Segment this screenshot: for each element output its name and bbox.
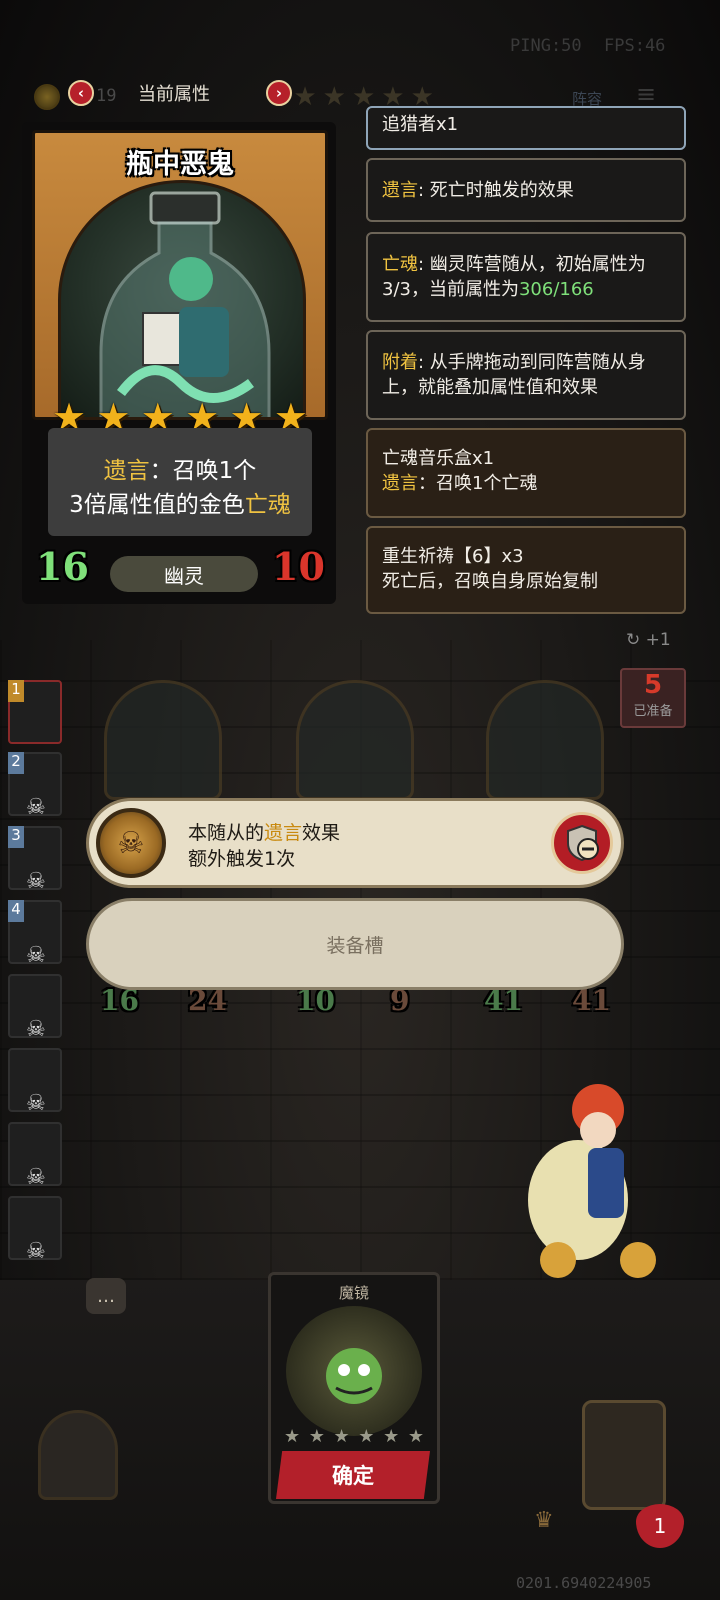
refresh-counter: ↻ +1 (626, 630, 671, 650)
keyword-deathrattle: 遗言 (103, 458, 150, 484)
refresh-icon: ↻ (626, 630, 641, 650)
relic-coin-icon: ☠ (96, 808, 166, 878)
effect-panel-hunter: 追猎者x1 (366, 106, 686, 150)
board-minion-1[interactable] (104, 680, 222, 800)
star-icon: ★ (308, 1426, 325, 1447)
card-portrait (58, 180, 306, 420)
hero-power-button[interactable] (582, 1400, 666, 1510)
effect-panel-deathrattle: 遗言: 死亡时触发的效果 (366, 158, 686, 222)
hero-character-icon (528, 1084, 656, 1278)
popup-line2: 额外触发1次 (188, 848, 296, 870)
effect-panel-music-box: 亡魂音乐盒x1 遗言：召唤1个亡魂 (366, 428, 686, 518)
skull-icon: ☠ (26, 795, 46, 820)
skull-icon: ☠ (26, 943, 46, 968)
current-stats-value: 306/166 (518, 279, 594, 300)
effect-text: : 幽灵阵营随从，初始属性为3/3，当前属性为 (382, 254, 646, 300)
popup-description: 本随从的遗言效果 额外触发1次 (188, 820, 340, 872)
menu-icon[interactable]: ≡ (636, 80, 656, 108)
keyword-deathrattle: 遗言 (264, 822, 303, 844)
skull-icon: ☠ (26, 1017, 46, 1042)
skull-icon: ☠ (26, 1239, 46, 1264)
skull-icon: ☠ (26, 1091, 46, 1116)
effect-panel-spirit: 亡魂: 幽灵阵营随从，初始属性为3/3，当前属性为306/166 (366, 232, 686, 322)
side-slot-7[interactable]: ☠ (8, 1122, 62, 1190)
slot-number: 4 (8, 900, 24, 922)
star-icon: ★ (284, 1426, 301, 1447)
side-slot-2[interactable]: 2 ☠ (8, 752, 62, 820)
chat-icon: … (97, 1285, 115, 1307)
remove-equipment-button[interactable] (551, 812, 613, 874)
keyword-label: 遗言 (382, 473, 418, 494)
popup-line1: 本随从的 (188, 822, 265, 844)
keyword-label: 亡魂 (382, 254, 418, 275)
keyword-label: 附着 (382, 352, 418, 373)
side-slot-3[interactable]: 3 ☠ (8, 826, 62, 894)
effect-hunter-text: 追猎者x1 (382, 114, 459, 135)
side-slot-6[interactable]: ☠ (8, 1048, 62, 1116)
mirror-creature-icon (326, 1348, 382, 1404)
keyword-spirit: 亡魂 (244, 492, 291, 518)
board-minion-2[interactable] (296, 680, 414, 800)
trophy-icon: ♛ (534, 1508, 554, 1533)
ready-number: 5 (643, 670, 663, 700)
confirm-button[interactable]: 确定 (276, 1451, 430, 1499)
board-minion-3[interactable] (486, 680, 604, 800)
health-stat: 10 (272, 544, 325, 589)
mirror-label: 魔镜 (338, 1284, 369, 1302)
build-id: 0201.6940224905 (516, 1574, 652, 1592)
effect-text: : 死亡时触发的效果 (418, 180, 574, 201)
item-title: 重生祈祷【6】x3 (382, 546, 524, 567)
equipment-effect-popup (86, 798, 624, 888)
gold-count: 19 (96, 86, 117, 106)
side-slot-4[interactable]: 4 ☠ (8, 900, 62, 968)
effect-panel-rebirth: 重生祈祷【6】x3 死亡后，召唤自身原始复制 (366, 526, 686, 614)
desc-line2: 3倍属性值的金色 (69, 492, 245, 518)
mirror-portrait (286, 1306, 422, 1436)
shop-lantern-button[interactable] (38, 1410, 118, 1500)
star-icon: ★ (358, 1426, 375, 1447)
mirror-stars: ★ ★ ★ ★ ★ ★ (284, 1426, 424, 1447)
keyword-label: 遗言 (382, 180, 418, 201)
star-icon: ★ (333, 1426, 350, 1447)
effect-text: : 从手牌拖动到同阵营随从身上，就能叠加属性值和效果 (382, 352, 646, 398)
slot-number: 1 (8, 680, 24, 702)
fps-readout: FPS:46 (604, 36, 666, 56)
desc-line1: ：召唤1个 (149, 458, 257, 484)
slot-number: 3 (8, 826, 24, 848)
side-slot-8[interactable]: ☠ (8, 1196, 62, 1264)
chevron-left-icon: ‹ (77, 84, 85, 102)
lives-count: 1 (653, 1514, 667, 1538)
skull-icon: ☠ (26, 869, 46, 894)
star-icon: ★ (383, 1426, 400, 1447)
tribe-badge: 幽灵 (110, 556, 258, 592)
gold-coin-icon (34, 84, 60, 110)
side-slot-1[interactable]: 1 (8, 680, 62, 744)
chat-button[interactable]: … (86, 1278, 126, 1314)
popup-line1-end: 效果 (302, 822, 341, 844)
side-slot-5[interactable]: ☠ (8, 974, 62, 1042)
item-title: 亡魂音乐盒x1 (382, 448, 495, 469)
effect-text: 死亡后，召唤自身原始复制 (382, 571, 598, 592)
ping-readout: PING:50 (510, 36, 582, 56)
shield-minus-icon (567, 824, 599, 862)
effect-panel-attach: 附着: 从手牌拖动到同阵营随从身上，就能叠加属性值和效果 (366, 330, 686, 420)
effect-text: ：召唤1个亡魂 (418, 473, 538, 494)
attack-stat: 16 (36, 544, 89, 589)
ready-counter: 5 已准备 (620, 668, 686, 728)
card-description: 遗言：召唤1个 3倍属性值的金色亡魂 (48, 454, 312, 522)
prev-tab-button[interactable]: ‹ (68, 80, 94, 106)
skull-icon: ☠ (26, 1165, 46, 1190)
ready-label: 已准备 (633, 704, 673, 719)
ghost-in-bottle-icon (99, 191, 271, 417)
tab-title: 当前属性 (138, 84, 210, 105)
star-icon: ★ (407, 1426, 424, 1447)
refresh-count: +1 (645, 630, 671, 650)
equipment-slot[interactable]: 装备槽 (86, 898, 624, 990)
card-name: 瓶中恶鬼 (126, 149, 234, 180)
slot-number: 2 (8, 752, 24, 774)
